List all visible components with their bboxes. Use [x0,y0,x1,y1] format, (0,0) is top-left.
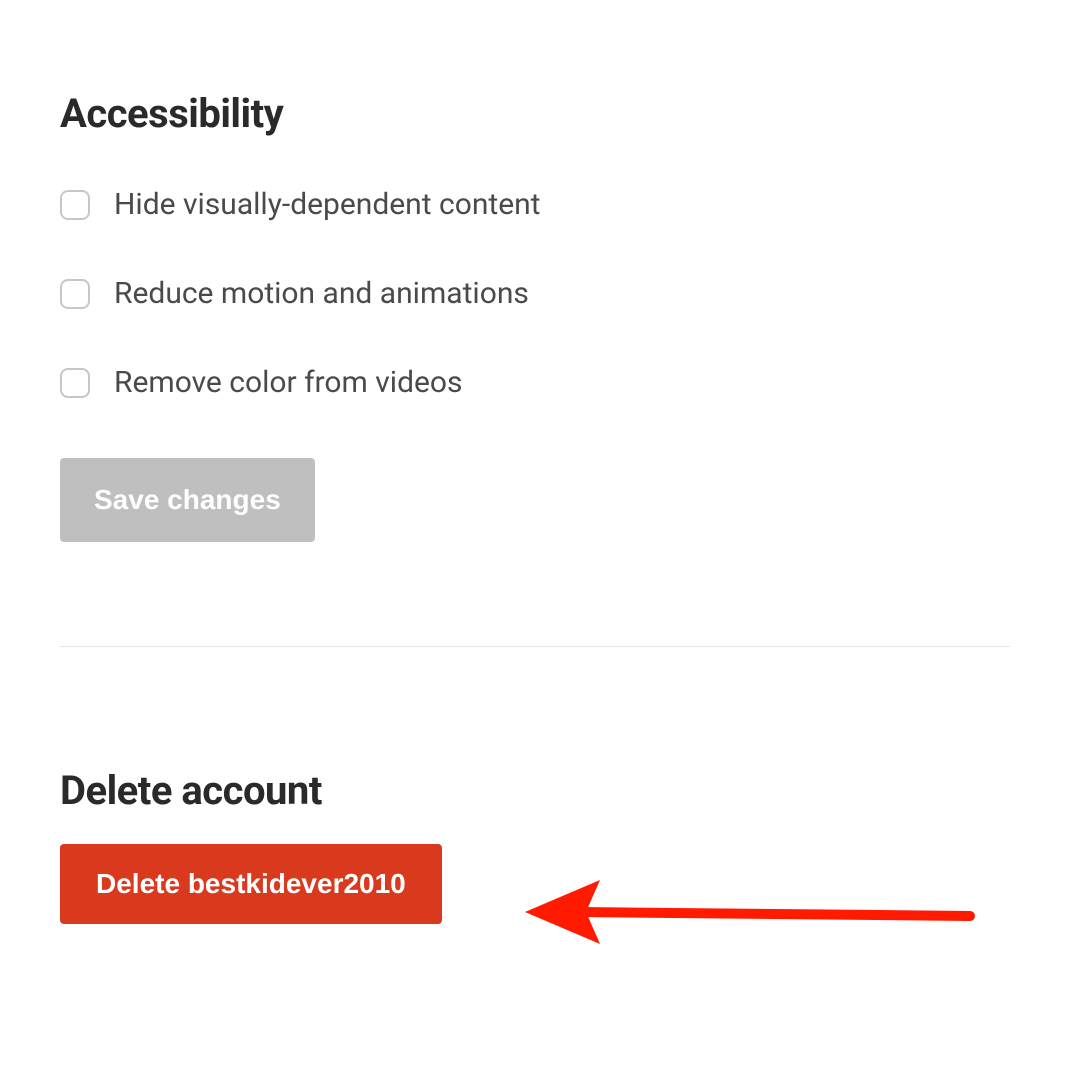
checkbox-row-reduce-motion: Reduce motion and animations [60,276,1010,311]
checkbox-remove-color[interactable] [60,368,90,398]
delete-account-button[interactable]: Delete bestkidever2010 [60,844,442,924]
delete-account-heading: Delete account [60,767,1010,814]
save-changes-button[interactable]: Save changes [60,458,315,542]
checkbox-reduce-motion[interactable] [60,279,90,309]
checkbox-row-remove-color: Remove color from videos [60,365,1010,400]
checkbox-label: Reduce motion and animations [114,276,529,311]
checkbox-label: Hide visually-dependent content [114,187,541,222]
checkbox-label: Remove color from videos [114,365,463,400]
accessibility-heading: Accessibility [60,90,1010,137]
section-divider [60,646,1010,647]
checkbox-hide-visual[interactable] [60,190,90,220]
checkbox-row-hide-visual: Hide visually-dependent content [60,187,1010,222]
